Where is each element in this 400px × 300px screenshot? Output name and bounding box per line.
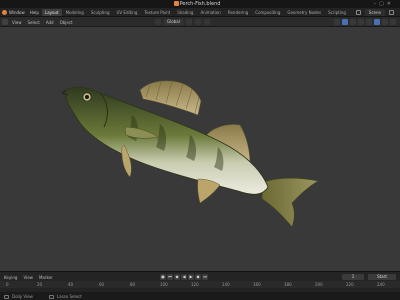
- status-hint-dolly: Dolly View: [4, 294, 33, 299]
- snap-icon[interactable]: [194, 19, 201, 25]
- timeline-header: Keying View Marker ● ⏮ ◆ ◀ ▶ ◆ ⏭ 1 Start: [0, 271, 400, 281]
- playback-controls: ● ⏮ ◆ ◀ ▶ ◆ ⏭: [160, 274, 208, 280]
- window-title: Perch-Fish.blend: [179, 1, 221, 7]
- ruler-tick: 40: [68, 282, 74, 287]
- tab-shading[interactable]: Shading: [174, 9, 196, 16]
- window-controls[interactable]: –▢✕: [374, 1, 394, 7]
- transform-controls: Global: [155, 19, 210, 25]
- mouse-icon: [4, 295, 9, 299]
- menu-view[interactable]: View: [12, 20, 22, 25]
- workspace-tabs: Layout Modeling Sculpting UV Editing Tex…: [42, 9, 349, 16]
- ruler-tick: 60: [99, 282, 105, 287]
- 3d-viewport[interactable]: [0, 27, 400, 271]
- viewport-header: View Select Add Object Global: [0, 17, 400, 27]
- perch-fish-model[interactable]: [0, 27, 400, 271]
- orientation-icon[interactable]: [155, 19, 161, 25]
- viewport-menus: View Select Add Object: [12, 20, 73, 25]
- menu-help[interactable]: Help: [30, 10, 39, 15]
- tab-modeling[interactable]: Modeling: [63, 9, 87, 16]
- top-menubar: Window Help Layout Modeling Sculpting UV…: [0, 8, 400, 17]
- solid-shading-icon[interactable]: [374, 19, 380, 25]
- timeline-menus: Keying View Marker: [4, 275, 53, 280]
- menu-object[interactable]: Object: [60, 20, 73, 25]
- timeline-ruler[interactable]: 0 20 40 60 80 100 120 140 160 180 200 22…: [0, 281, 400, 288]
- mouse-icon: [48, 295, 54, 299]
- menu-select[interactable]: Select: [28, 20, 40, 25]
- ruler-tick: 0: [6, 282, 9, 287]
- tab-rendering[interactable]: Rendering: [225, 9, 251, 16]
- tab-uv-editing[interactable]: UV Editing: [114, 9, 141, 16]
- jump-start-icon[interactable]: ⏮: [167, 274, 173, 280]
- tab-compositing[interactable]: Compositing: [252, 9, 283, 16]
- jump-end-icon[interactable]: ⏭: [202, 274, 208, 280]
- overlay-icon[interactable]: [350, 19, 356, 25]
- status-hint-lasso: Lasso Select: [48, 294, 82, 299]
- tab-texture-paint[interactable]: Texture Paint: [141, 9, 173, 16]
- visibility-icon[interactable]: [334, 19, 340, 25]
- proportional-edit-icon[interactable]: [203, 19, 210, 25]
- tab-sculpting[interactable]: Sculpting: [88, 9, 113, 16]
- ruler-tick: 140: [222, 282, 230, 287]
- orientation-dropdown[interactable]: Global: [164, 19, 183, 25]
- tab-layout[interactable]: Layout: [42, 9, 62, 16]
- play-icon[interactable]: ▶: [188, 274, 194, 280]
- main-menus: Window Help: [9, 10, 39, 15]
- current-frame-field[interactable]: 1: [342, 274, 364, 280]
- wireframe-shading-icon[interactable]: [366, 19, 372, 25]
- ruler-tick: 20: [37, 282, 43, 287]
- ruler-tick: 200: [315, 282, 323, 287]
- scene-controls: Scene: [355, 9, 394, 16]
- ruler-tick: 180: [284, 282, 292, 287]
- editor-type-icon[interactable]: [2, 19, 8, 25]
- ruler-tick: 220: [346, 282, 354, 287]
- status-bar: Dolly View Lasso Select: [0, 292, 400, 300]
- menu-keying[interactable]: Keying: [4, 275, 17, 280]
- ruler-tick: 100: [160, 282, 168, 287]
- blender-menu-icon[interactable]: [2, 10, 7, 15]
- menu-window[interactable]: Window: [9, 10, 25, 15]
- menu-marker[interactable]: Marker: [39, 275, 53, 280]
- next-keyframe-icon[interactable]: ◆: [195, 274, 201, 280]
- ruler-tick: 240: [377, 282, 385, 287]
- scene-icon[interactable]: [355, 10, 361, 15]
- tab-animation[interactable]: Animation: [197, 9, 223, 16]
- menu-add[interactable]: Add: [46, 20, 54, 25]
- ruler-tick: 160: [253, 282, 261, 287]
- menu-view-timeline[interactable]: View: [23, 275, 33, 280]
- view-layer-icon[interactable]: [389, 10, 394, 15]
- ruler-tick: 80: [130, 282, 136, 287]
- prev-keyframe-icon[interactable]: ◆: [174, 274, 180, 280]
- start-frame-field[interactable]: Start: [368, 274, 396, 280]
- ruler-tick: 120: [191, 282, 199, 287]
- gizmo-toggle-icon[interactable]: [342, 19, 348, 25]
- window-titlebar: Perch-Fish.blend –▢✕: [0, 0, 400, 8]
- record-icon[interactable]: ●: [160, 274, 166, 280]
- scene-selector[interactable]: Scene: [364, 9, 385, 16]
- rendered-shading-icon[interactable]: [390, 19, 396, 25]
- play-reverse-icon[interactable]: ◀: [181, 274, 187, 280]
- pivot-icon[interactable]: [185, 19, 192, 25]
- xray-icon[interactable]: [358, 19, 364, 25]
- tab-geometry-nodes[interactable]: Geometry Nodes: [284, 9, 324, 16]
- tab-scripting[interactable]: Scripting: [325, 9, 349, 16]
- material-shading-icon[interactable]: [382, 19, 388, 25]
- viewport-shading-controls: [334, 19, 396, 25]
